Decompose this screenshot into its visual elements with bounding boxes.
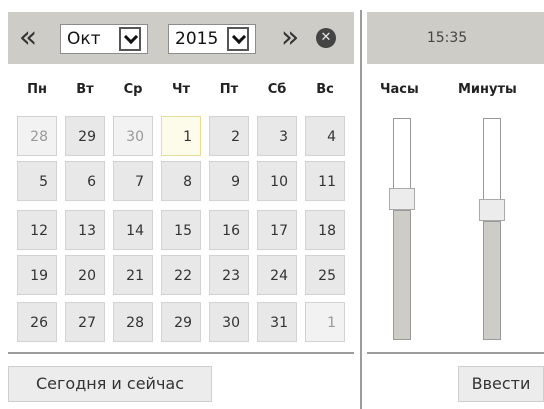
month-select[interactable]: Окт xyxy=(60,24,148,54)
weekday-label: Ср xyxy=(123,82,143,97)
day-cell[interactable]: 14 xyxy=(113,210,153,250)
time-footer-divider xyxy=(367,352,544,354)
day-cell[interactable]: 21 xyxy=(113,255,153,295)
hours-slider-handle[interactable] xyxy=(389,188,415,210)
day-cell[interactable]: 18 xyxy=(305,210,345,250)
month-select-value: Окт xyxy=(67,29,101,49)
weekday-label: Пт xyxy=(219,82,239,97)
day-cell[interactable]: 15 xyxy=(161,210,201,250)
year-select[interactable]: 2015 xyxy=(168,24,256,54)
day-cell[interactable]: 6 xyxy=(65,161,105,201)
weekday-label: Сб xyxy=(267,82,287,97)
day-cell[interactable]: 25 xyxy=(305,255,345,295)
day-cell[interactable]: 1 xyxy=(305,302,345,342)
hours-label: Часы xyxy=(380,82,419,97)
time-display: 15:35 xyxy=(426,30,468,46)
weekday-label: Чт xyxy=(171,82,191,97)
next-month-button[interactable]: » xyxy=(272,12,308,64)
day-cell[interactable]: 9 xyxy=(209,161,249,201)
year-select-value: 2015 xyxy=(175,29,219,49)
day-cell[interactable]: 2 xyxy=(209,116,249,156)
calendar-footer-divider xyxy=(8,352,354,354)
day-cell[interactable]: 12 xyxy=(17,210,57,250)
vertical-divider xyxy=(360,10,362,409)
day-cell[interactable]: 5 xyxy=(17,161,57,201)
day-cell[interactable]: 19 xyxy=(17,255,57,295)
day-cell[interactable]: 26 xyxy=(17,302,57,342)
chevron-down-icon xyxy=(227,27,249,51)
time-header: 15:35 xyxy=(367,12,544,64)
day-cell[interactable]: 29 xyxy=(161,302,201,342)
day-cell-today[interactable]: 1 xyxy=(161,116,201,156)
day-cell[interactable]: 20 xyxy=(65,255,105,295)
weekday-label: Вт xyxy=(76,82,94,97)
weekday-label: Вс xyxy=(316,82,334,97)
day-cell[interactable]: 23 xyxy=(209,255,249,295)
weekday-label: Пн xyxy=(27,82,47,97)
hours-slider-fill xyxy=(393,210,411,340)
minutes-slider-fill xyxy=(483,221,501,340)
day-cell[interactable]: 16 xyxy=(209,210,249,250)
day-cell[interactable]: 11 xyxy=(305,161,345,201)
day-cell[interactable]: 17 xyxy=(257,210,297,250)
day-cell[interactable]: 10 xyxy=(257,161,297,201)
day-cell[interactable]: 24 xyxy=(257,255,297,295)
day-cell[interactable]: 4 xyxy=(305,116,345,156)
chevron-down-icon xyxy=(119,27,141,51)
prev-month-button[interactable]: « xyxy=(10,12,46,64)
day-cell[interactable]: 29 xyxy=(65,116,105,156)
day-cell[interactable]: 22 xyxy=(161,255,201,295)
day-cell[interactable]: 7 xyxy=(113,161,153,201)
day-cell[interactable]: 30 xyxy=(209,302,249,342)
minutes-slider-handle[interactable] xyxy=(479,199,505,221)
apply-button[interactable]: Ввести xyxy=(458,366,544,402)
day-cell[interactable]: 3 xyxy=(257,116,297,156)
day-cell[interactable]: 28 xyxy=(17,116,57,156)
day-cell[interactable]: 28 xyxy=(113,302,153,342)
minutes-label: Минуты xyxy=(458,82,517,97)
close-icon[interactable]: ✕ xyxy=(316,28,336,48)
day-cell[interactable]: 30 xyxy=(113,116,153,156)
today-now-button[interactable]: Сегодня и сейчас xyxy=(8,366,212,402)
day-cell[interactable]: 31 xyxy=(257,302,297,342)
day-cell[interactable]: 13 xyxy=(65,210,105,250)
day-cell[interactable]: 8 xyxy=(161,161,201,201)
day-cell[interactable]: 27 xyxy=(65,302,105,342)
